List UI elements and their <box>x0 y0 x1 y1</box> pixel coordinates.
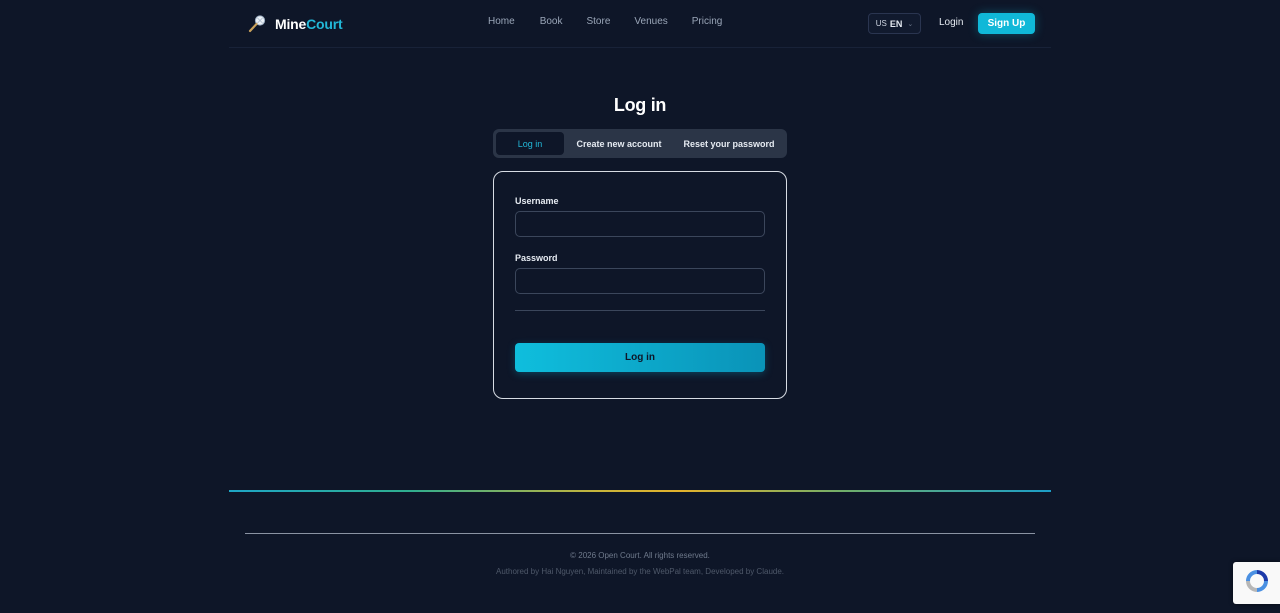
main-nav: Home Book Store Venues Pricing <box>488 16 722 32</box>
tab-reset-password[interactable]: Reset your password <box>674 132 784 155</box>
site-header: MineCourt Home Book Store Venues Pricing… <box>229 0 1051 48</box>
language-selector[interactable]: US EN ⌄ <box>868 13 921 34</box>
flag-icon: US <box>875 19 887 28</box>
brand-name: MineCourt <box>275 16 343 32</box>
footer-credits: Authored by Hai Nguyen, Maintained by th… <box>495 567 785 576</box>
nav-pricing[interactable]: Pricing <box>692 16 723 32</box>
nav-book[interactable]: Book <box>540 16 563 32</box>
tab-log-in[interactable]: Log in <box>496 132 564 155</box>
login-submit-button[interactable]: Log in <box>515 343 765 372</box>
racket-icon <box>247 14 267 34</box>
page-title: Log in <box>613 95 667 115</box>
nav-store[interactable]: Store <box>586 16 610 32</box>
recaptcha-icon <box>1243 567 1271 600</box>
login-form-card: Username Password Log in <box>493 171 787 399</box>
footer-copyright: © 2026 Open Court. All rights reserved. <box>570 551 710 560</box>
username-label: Username <box>515 196 559 206</box>
nav-home[interactable]: Home <box>488 16 515 32</box>
nav-venues[interactable]: Venues <box>634 16 667 32</box>
footer-divider <box>245 533 1035 534</box>
auth-tabs: Log in Create new account Reset your pas… <box>493 129 787 158</box>
form-divider <box>515 310 765 311</box>
header-login-link[interactable]: Login <box>939 17 963 28</box>
username-field[interactable] <box>515 211 765 237</box>
language-code: EN <box>889 18 903 29</box>
signup-button[interactable]: Sign Up <box>978 13 1035 34</box>
recaptcha-badge[interactable] <box>1233 562 1280 604</box>
chevron-down-icon: ⌄ <box>907 20 914 28</box>
brand-logo[interactable]: MineCourt <box>247 12 343 36</box>
footer-gradient-line <box>229 490 1051 492</box>
password-field[interactable] <box>515 268 765 294</box>
tab-create-account[interactable]: Create new account <box>566 132 672 155</box>
password-label: Password <box>515 253 558 263</box>
